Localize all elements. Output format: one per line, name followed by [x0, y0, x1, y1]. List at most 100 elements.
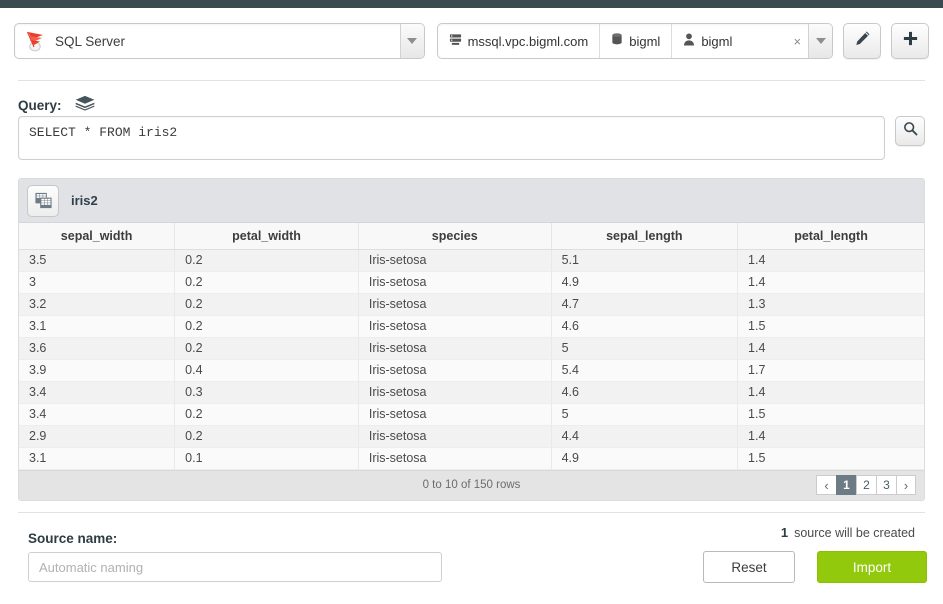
edit-connection-button[interactable] [843, 23, 882, 59]
cell: 0.1 [174, 447, 359, 470]
query-row: SELECT * FROM iris2 [18, 116, 925, 160]
table-row: 3.2 0.2 Iris-setosa 4.7 1.3 [19, 293, 924, 316]
user-icon [683, 33, 695, 49]
layers-icon[interactable] [74, 95, 96, 116]
cell: 3 [19, 271, 176, 294]
sql-server-logo-icon [15, 30, 49, 52]
source-name-placeholder: Automatic naming [39, 559, 144, 575]
source-created-count: 1 [780, 525, 789, 540]
table-icon [27, 184, 59, 217]
cell: 1.4 [737, 425, 924, 448]
connection-database: bigml [600, 24, 673, 58]
table-row: 2.9 0.2 Iris-setosa 4.4 1.4 [19, 425, 924, 448]
cell: 3.5 [19, 249, 176, 272]
pagination-next[interactable]: › [896, 475, 916, 495]
row-count-text: 0 to 10 of 150 rows [422, 479, 521, 491]
table-row: 3.1 0.1 Iris-setosa 4.9 1.5 [19, 447, 924, 470]
query-label: Query: [18, 98, 62, 113]
chevron-down-icon [407, 38, 418, 44]
database-icon [611, 33, 623, 49]
source-name-input[interactable]: Automatic naming [28, 552, 442, 582]
results-table: sepal_width petal_width species sepal_le… [19, 223, 924, 470]
table-row: 3 0.2 Iris-setosa 4.9 1.4 [19, 271, 924, 294]
cell: 3.2 [19, 293, 176, 316]
cell: 0.4 [174, 359, 359, 382]
query-header: Query: [18, 95, 96, 116]
cell: 1.4 [737, 337, 924, 360]
pagination-page-2[interactable]: 2 [856, 475, 876, 495]
cell: 4.6 [551, 315, 739, 338]
cell: Iris-setosa [358, 271, 552, 294]
pagination-prev[interactable]: ‹ [816, 475, 836, 495]
column-header-sepal-width[interactable]: sepal_width [19, 223, 176, 250]
search-icon [903, 121, 918, 141]
toolbar-divider [18, 80, 925, 81]
cell: 1.4 [737, 271, 924, 294]
chevron-down-icon [815, 38, 826, 44]
column-header-species[interactable]: species [358, 223, 552, 250]
run-query-button[interactable] [895, 116, 925, 146]
cell: 3.9 [19, 359, 176, 382]
cell: 4.4 [551, 425, 739, 448]
table-row: 3.5 0.2 Iris-setosa 5.1 1.4 [19, 249, 924, 272]
cell: 0.2 [174, 293, 359, 316]
cell: Iris-setosa [358, 249, 552, 272]
top-bar-strip [0, 0, 943, 8]
import-button[interactable]: Import [817, 551, 927, 583]
clear-connection-button[interactable]: × [786, 24, 808, 58]
cell: Iris-setosa [358, 315, 552, 338]
cell: 3.4 [19, 403, 176, 426]
table-row: 3.1 0.2 Iris-setosa 4.6 1.5 [19, 315, 924, 338]
cell: 3.1 [19, 315, 176, 338]
add-connection-button[interactable] [891, 23, 929, 59]
cell: 0.3 [174, 381, 359, 404]
source-created-text: source will be created [794, 526, 915, 540]
connection-dropdown-arrow[interactable] [808, 24, 833, 58]
source-import-page: SQL Server mssql.vpc.bigml.com bigml big… [0, 0, 943, 604]
cell: 1.7 [737, 359, 924, 382]
pencil-icon [854, 30, 871, 52]
cell: 1.5 [737, 315, 924, 338]
pagination: ‹ 1 2 3 › [816, 475, 916, 495]
cell: 0.2 [174, 249, 359, 272]
cell: 3.1 [19, 447, 176, 470]
results-table-name: iris2 [71, 193, 98, 208]
pagination-page-1[interactable]: 1 [836, 475, 856, 495]
cell: 5 [551, 403, 739, 426]
cell: 3.6 [19, 337, 176, 360]
connection-database-label: bigml [629, 33, 661, 49]
engine-dropdown-arrow[interactable] [399, 24, 424, 58]
database-engine-select[interactable]: SQL Server [14, 23, 425, 59]
engine-label: SQL Server [55, 33, 126, 49]
cell: Iris-setosa [358, 337, 552, 360]
pagination-page-3[interactable]: 3 [876, 475, 896, 495]
cell: 0.2 [174, 315, 359, 338]
sql-query-input[interactable]: SELECT * FROM iris2 [18, 116, 886, 160]
cell: Iris-setosa [358, 447, 552, 470]
column-header-sepal-length[interactable]: sepal_length [551, 223, 739, 250]
cell: 2.9 [19, 425, 176, 448]
cell: Iris-setosa [358, 425, 552, 448]
table-body: 3.5 0.2 Iris-setosa 5.1 1.4 3 0.2 Iris-s… [19, 249, 924, 470]
cell: Iris-setosa [358, 381, 552, 404]
server-icon [449, 33, 462, 49]
column-header-petal-width[interactable]: petal_width [174, 223, 359, 250]
table-row: 3.4 0.3 Iris-setosa 4.6 1.4 [19, 381, 924, 404]
plus-icon [902, 30, 919, 52]
connection-host-label: mssql.vpc.bigml.com [467, 33, 589, 49]
cell: 1.3 [737, 293, 924, 316]
cell: 5.1 [551, 249, 739, 272]
cell: 1.5 [737, 447, 924, 470]
column-header-petal-length[interactable]: petal_length [737, 223, 924, 250]
cell: 1.4 [737, 249, 924, 272]
source-created-notice: 1 source will be created [781, 525, 915, 540]
cell: 3.4 [19, 381, 176, 404]
table-header-row: sepal_width petal_width species sepal_le… [19, 223, 924, 250]
source-name-label: Source name: [28, 531, 118, 546]
reset-button[interactable]: Reset [703, 551, 795, 583]
cell: 0.2 [174, 425, 359, 448]
cell: 4.9 [551, 271, 739, 294]
cell: Iris-setosa [358, 359, 552, 382]
connection-select[interactable]: mssql.vpc.bigml.com bigml bigml × [436, 23, 834, 59]
cell: 4.6 [551, 381, 739, 404]
